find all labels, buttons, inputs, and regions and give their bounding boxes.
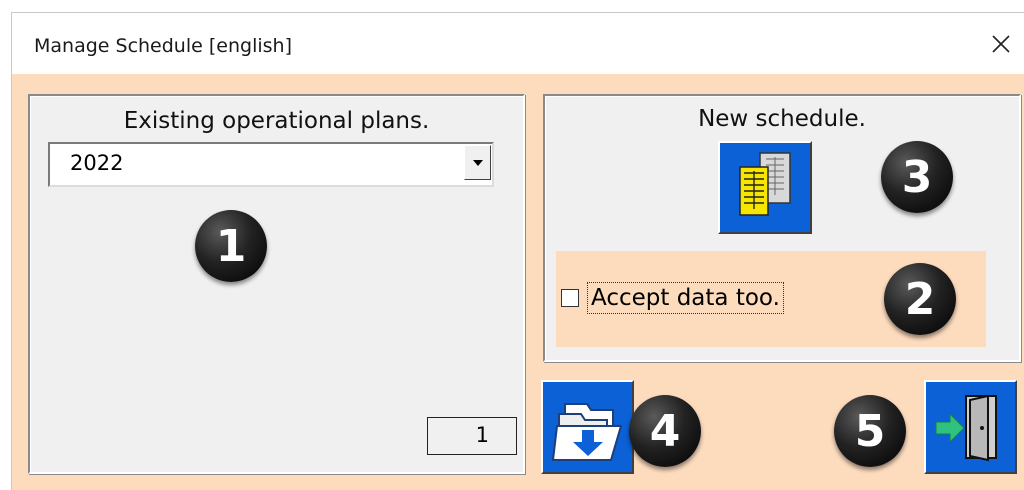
manage-schedule-dialog: Manage Schedule [english] Existing opera… bbox=[11, 12, 1024, 490]
accept-data-checkbox[interactable] bbox=[561, 289, 579, 307]
window-title: Manage Schedule [english] bbox=[34, 35, 292, 57]
plan-count-value: 1 bbox=[475, 423, 489, 447]
new-schedule-title: New schedule. bbox=[698, 106, 866, 132]
exit-button[interactable] bbox=[924, 380, 1017, 474]
close-button[interactable] bbox=[977, 13, 1024, 74]
new-schedule-panel: New schedule. 3 Accept data too. 2 bbox=[543, 94, 1021, 362]
plan-year-value: 2022 bbox=[70, 151, 124, 175]
new-schedule-icon bbox=[739, 152, 791, 216]
exit-door-icon bbox=[935, 394, 997, 462]
step-badge-1: 1 bbox=[195, 210, 267, 282]
step-badge-5: 5 bbox=[834, 395, 906, 467]
existing-plans-title: Existing operational plans. bbox=[123, 108, 430, 134]
title-bar: Manage Schedule [english] bbox=[12, 13, 1024, 74]
step-badge-2: 2 bbox=[884, 263, 956, 335]
open-folder-icon bbox=[551, 403, 623, 461]
chevron-down-icon bbox=[472, 159, 483, 166]
new-schedule-button[interactable] bbox=[718, 141, 812, 234]
existing-plans-panel: Existing operational plans. 2022 1 1 bbox=[28, 94, 525, 474]
plan-count-field: 1 bbox=[427, 417, 517, 455]
accept-data-label[interactable]: Accept data too. bbox=[587, 282, 784, 314]
open-schedule-button[interactable] bbox=[541, 380, 634, 474]
close-icon bbox=[992, 34, 1010, 53]
plan-year-select[interactable]: 2022 bbox=[48, 142, 494, 187]
step-badge-3: 3 bbox=[881, 141, 953, 213]
step-badge-4: 4 bbox=[629, 395, 701, 467]
plan-year-dropdown-button[interactable] bbox=[464, 145, 491, 180]
